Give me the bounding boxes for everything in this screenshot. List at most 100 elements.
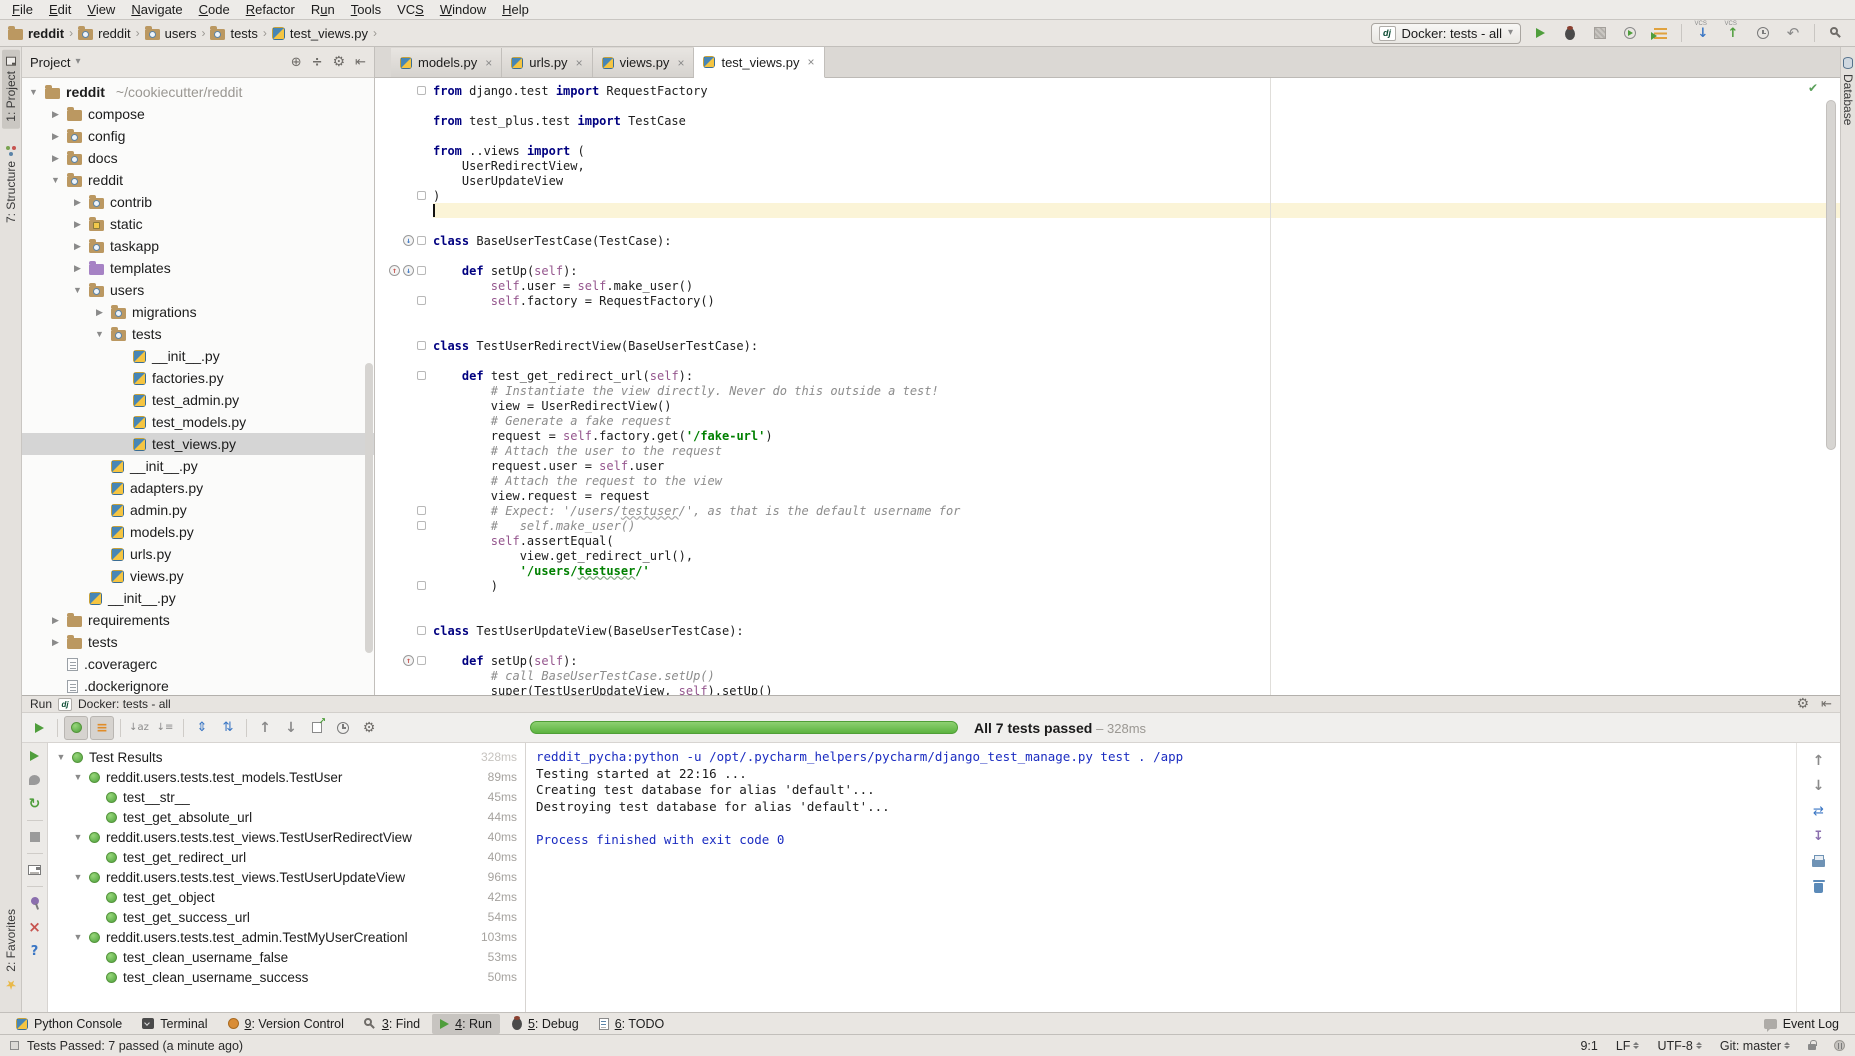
code-line[interactable]: view.get_redirect_url(), [375, 548, 1840, 563]
toolwindow-button-4-run[interactable]: 4: Run [432, 1014, 500, 1034]
sidebar-tab-2-favorites[interactable]: ★2: Favorites [2, 902, 20, 999]
rollback-button[interactable]: ↶ [1782, 22, 1804, 44]
menu-item-tools[interactable]: Tools [343, 2, 389, 17]
search-everywhere-button[interactable] [1825, 22, 1847, 44]
fold-marker-icon[interactable] [417, 656, 426, 665]
fold-marker-icon[interactable] [417, 266, 426, 275]
tree-expanded-icon[interactable]: ▼ [56, 752, 66, 762]
code-line[interactable]: request.user = self.user [375, 458, 1840, 473]
status-widget[interactable] [1834, 1040, 1845, 1051]
up-button[interactable]: ↑ [1810, 753, 1828, 769]
breadcrumb-item[interactable]: test_views.py [272, 26, 368, 41]
project-tree-row[interactable]: models.py [22, 521, 374, 543]
test-tree-row[interactable]: test_get_redirect_url40ms [48, 847, 525, 867]
hide-icon[interactable]: ⇤ [1821, 698, 1832, 711]
test-tree-row[interactable]: test__str__45ms [48, 787, 525, 807]
close-icon[interactable]: × [808, 55, 815, 69]
code-editor[interactable]: ✔ from django.test import RequestFactory… [375, 78, 1840, 695]
collapse-all-icon[interactable]: ÷ [312, 56, 323, 69]
expand-all-button[interactable]: ⇕ [190, 716, 214, 740]
tab-views-py[interactable]: views.py× [593, 48, 695, 77]
status-widget-9-1[interactable]: 9:1 [1580, 1039, 1597, 1053]
project-tree-row[interactable]: ▶static [22, 213, 374, 235]
project-tree-row[interactable]: ▼tests [22, 323, 374, 345]
chevron-down-icon[interactable]: ▾ [75, 57, 80, 67]
toggle-ignored-button[interactable]: ≡ [90, 716, 114, 740]
project-tree-row[interactable]: adapters.py [22, 477, 374, 499]
services-button[interactable] [1649, 22, 1671, 44]
tab-urls-py[interactable]: urls.py× [502, 48, 592, 77]
breadcrumb-item[interactable]: reddit [78, 26, 131, 41]
code-line[interactable]: # Instantiate the view directly. Never d… [375, 383, 1840, 398]
tool-square-icon[interactable] [10, 1041, 19, 1050]
gear-icon[interactable]: ⚙ [1797, 697, 1810, 711]
breadcrumb-item[interactable]: reddit [8, 26, 64, 41]
fold-marker-icon[interactable] [417, 296, 426, 305]
test-tree-row[interactable]: ▼reddit.users.tests.test_admin.TestMyUse… [48, 927, 525, 947]
coverage-button[interactable] [1589, 22, 1611, 44]
locate-icon[interactable]: ⊕ [291, 56, 302, 69]
inspections-ok-icon[interactable]: ✔ [1808, 81, 1818, 95]
project-tree-row[interactable]: ▶requirements [22, 609, 374, 631]
fold-marker-icon[interactable] [417, 371, 426, 380]
tree-expanded-icon[interactable]: ▼ [73, 832, 83, 842]
code-line[interactable] [375, 248, 1840, 263]
override-up-marker-icon[interactable]: ↑ [403, 655, 414, 666]
tree-collapsed-icon[interactable]: ▶ [50, 131, 61, 142]
code-line[interactable]: # Expect: '/users/testuser/', as that is… [375, 503, 1840, 518]
softwrap-button[interactable]: ⇄ [1810, 803, 1828, 819]
code-line[interactable] [375, 98, 1840, 113]
tree-expanded-icon[interactable]: ▼ [73, 772, 83, 782]
test-tree-row[interactable]: test_get_absolute_url44ms [48, 807, 525, 827]
code-line[interactable]: from test_plus.test import TestCase [375, 113, 1840, 128]
toolwindow-button-5-debug[interactable]: 5: Debug [504, 1014, 587, 1034]
tree-expanded-icon[interactable]: ▼ [73, 872, 83, 882]
code-line[interactable]: # Generate a fake request [375, 413, 1840, 428]
auto-test-button[interactable]: ↻ [26, 796, 44, 812]
code-line[interactable] [375, 593, 1840, 608]
project-tree-row[interactable]: ▶migrations [22, 301, 374, 323]
code-line[interactable]: super(TestUserUpdateView, self).setUp() [375, 683, 1840, 695]
test-tree-row[interactable]: test_clean_username_false53ms [48, 947, 525, 967]
code-line[interactable]: # self.make_user() [375, 518, 1840, 533]
code-line[interactable]: ↓class BaseUserTestCase(TestCase): [375, 233, 1840, 248]
tree-expanded-icon[interactable]: ▼ [72, 285, 83, 295]
hide-icon[interactable]: ⇤ [355, 56, 366, 69]
tree-collapsed-icon[interactable]: ▶ [94, 307, 105, 318]
test-tree-row[interactable]: test_get_object42ms [48, 887, 525, 907]
close-icon[interactable]: × [576, 56, 583, 70]
status-widget-git-master[interactable]: Git: master [1720, 1039, 1790, 1053]
rerun-button[interactable] [26, 748, 44, 764]
override-down-marker-icon[interactable]: ↓ [403, 265, 414, 276]
stop-button[interactable] [26, 829, 44, 845]
toolwindow-button-6-todo[interactable]: 6: TODO [591, 1014, 673, 1034]
project-tree-row[interactable]: test_models.py [22, 411, 374, 433]
project-tree-row[interactable]: ▼users [22, 279, 374, 301]
override-up-marker-icon[interactable]: ↑ [389, 265, 400, 276]
project-tree-row[interactable]: ▶contrib [22, 191, 374, 213]
code-line[interactable]: from ..views import ( [375, 143, 1840, 158]
toggle-passed-button[interactable] [64, 716, 88, 740]
project-tree-row[interactable]: ▼reddit~/cookiecutter/reddit [22, 81, 374, 103]
code-line[interactable]: self.user = self.make_user() [375, 278, 1840, 293]
sidebar-tab-7-structure[interactable]: 7: Structure [2, 139, 20, 230]
code-line[interactable]: UserRedirectView, [375, 158, 1840, 173]
breadcrumb-item[interactable]: tests [210, 26, 257, 41]
menu-item-run[interactable]: Run [303, 2, 343, 17]
fold-marker-icon[interactable] [417, 191, 426, 200]
project-tree-row[interactable]: ▶config [22, 125, 374, 147]
status-widget-utf-8[interactable]: UTF-8 [1657, 1039, 1701, 1053]
fold-marker-icon[interactable] [417, 236, 426, 245]
down-button[interactable]: ↓ [279, 716, 303, 740]
tree-collapsed-icon[interactable]: ▶ [72, 263, 83, 274]
project-tree-row[interactable]: ▶taskapp [22, 235, 374, 257]
tab-models-py[interactable]: models.py× [391, 48, 502, 77]
tree-collapsed-icon[interactable]: ▶ [50, 615, 61, 626]
project-tree-row[interactable]: ▼reddit [22, 169, 374, 191]
tree-collapsed-icon[interactable]: ▶ [72, 241, 83, 252]
editor-scrollbar[interactable] [1826, 100, 1836, 450]
code-line[interactable]: view = UserRedirectView() [375, 398, 1840, 413]
tab-test_views-py[interactable]: test_views.py× [694, 47, 824, 78]
project-tree-row[interactable]: __init__.py [22, 455, 374, 477]
code-line[interactable] [375, 353, 1840, 368]
